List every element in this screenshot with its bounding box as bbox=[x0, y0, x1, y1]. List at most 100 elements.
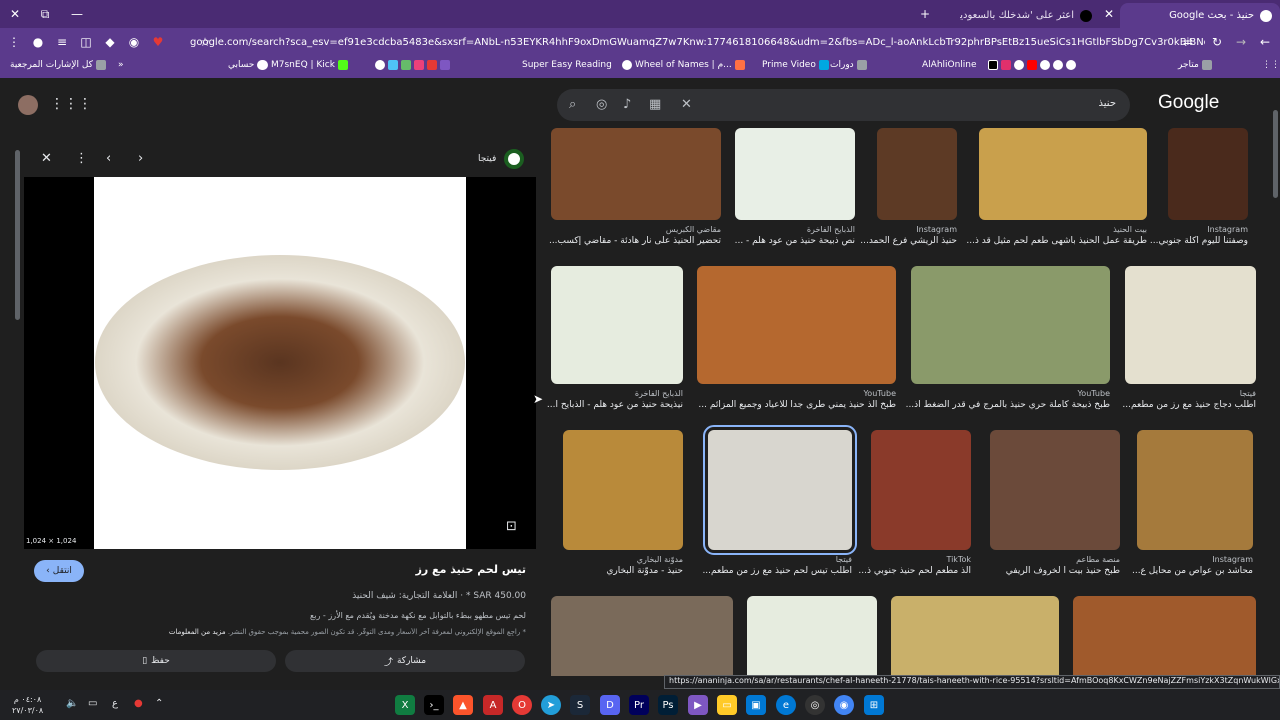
result-thumbnail[interactable] bbox=[703, 425, 857, 555]
terminal-icon[interactable]: ›_ bbox=[424, 695, 444, 715]
folder-icon[interactable]: ▭ bbox=[717, 695, 737, 715]
steam-alt-icon[interactable]: ◎ bbox=[805, 695, 825, 715]
result-source[interactable]: Instagram bbox=[1137, 555, 1253, 564]
app-icon[interactable]: A bbox=[483, 695, 503, 715]
opera-icon[interactable]: O bbox=[512, 695, 532, 715]
site-logo-icon[interactable] bbox=[504, 149, 524, 169]
result-title[interactable]: طبخ حنيذ بيت ا لخروف الريفي bbox=[970, 566, 1120, 576]
result-thumbnail[interactable] bbox=[697, 266, 896, 384]
bookmark-prime[interactable]: Prime Video bbox=[762, 60, 829, 70]
result-source[interactable]: مدوّنة البخاري bbox=[563, 555, 683, 564]
more-info-link[interactable]: مزيد من المعلومات bbox=[169, 628, 226, 636]
result-source[interactable]: Instagram bbox=[877, 225, 957, 234]
bookmark-kick[interactable]: M7snEQ | Kick bbox=[258, 60, 348, 70]
result-title[interactable]: نيذيحة حنيذ من عود هلم - الذبايح ا... bbox=[531, 400, 683, 410]
puzzle-icon[interactable]: ◫ bbox=[74, 30, 98, 54]
next-icon[interactable]: › bbox=[138, 151, 143, 166]
bookmark-stores[interactable]: متاجر bbox=[1178, 60, 1212, 70]
bookmark-icons[interactable] bbox=[375, 60, 450, 70]
reload-icon[interactable]: ↻ bbox=[1205, 30, 1229, 54]
telegram-icon[interactable]: ➤ bbox=[541, 695, 561, 715]
edge-icon[interactable]: e bbox=[776, 695, 796, 715]
forward-icon[interactable]: → bbox=[1229, 30, 1253, 54]
result-thumbnail[interactable] bbox=[1137, 430, 1253, 550]
search-bar[interactable]: ⌕ ◎ ♪ ▦ ✕ حنيذ bbox=[557, 89, 1130, 121]
apps-grid-icon[interactable]: ⋮⋮⋮ bbox=[50, 96, 92, 112]
address-bar[interactable]: google.com/search?sca_esv=ef91e3cdcba548… bbox=[190, 32, 1205, 52]
mic-icon[interactable]: ● bbox=[134, 698, 143, 709]
result-source[interactable]: فيتجا bbox=[708, 555, 852, 564]
tab-0[interactable]: حنيذ - بحث Google bbox=[1120, 3, 1280, 28]
bookmark-courses[interactable]: دورات bbox=[830, 60, 867, 70]
menu-dots-icon[interactable]: ⋮ bbox=[2, 30, 26, 54]
page-scrollbar[interactable] bbox=[1273, 110, 1278, 198]
grid-icon[interactable]: ⋮⋮ bbox=[1262, 60, 1280, 70]
result-thumbnail[interactable] bbox=[747, 596, 877, 676]
result-title[interactable]: الذ مطعم لحم حنيذ جنوبي ذ... bbox=[851, 566, 971, 576]
result-title[interactable]: طبخ الذ حنيذ يمني طرى جداً للاعياد وجميع… bbox=[677, 400, 896, 410]
lang-icon[interactable]: ع bbox=[112, 698, 118, 709]
result-title[interactable]: وصفتنا لليوم أكلة جنوبي... bbox=[1148, 236, 1248, 246]
heart-icon[interactable]: ♥ bbox=[146, 30, 170, 54]
mic-icon[interactable]: ♪ bbox=[623, 97, 631, 112]
clock[interactable]: ٠٤:٠٨ م ٢٧/٠٣/٠٨ bbox=[12, 694, 43, 716]
panel-scrollbar[interactable] bbox=[15, 150, 20, 320]
result-source[interactable]: بيت الحنيذ bbox=[979, 225, 1147, 234]
result-thumbnail[interactable] bbox=[551, 596, 733, 676]
bookmark-wheel[interactable]: Wheel of Names | م... bbox=[622, 60, 745, 70]
shield-icon[interactable]: ◆ bbox=[98, 30, 122, 54]
lens-icon[interactable]: ◎ bbox=[596, 97, 607, 112]
visit-button[interactable]: ‹ انتقل bbox=[34, 560, 84, 582]
result-source[interactable]: TikTok bbox=[871, 555, 971, 564]
result-source[interactable]: منصة مطاعم bbox=[990, 555, 1120, 564]
result-title[interactable]: نص ذبيحة حنيذ من عود هلم - ... bbox=[715, 236, 855, 246]
steam-icon[interactable]: S bbox=[570, 695, 590, 715]
result-thumbnail[interactable] bbox=[1073, 596, 1256, 676]
result-thumbnail[interactable] bbox=[877, 128, 957, 220]
speaker-icon[interactable]: 🔈 bbox=[66, 698, 78, 709]
more-icon[interactable]: ⋮ bbox=[75, 151, 88, 166]
new-tab-icon[interactable]: + bbox=[910, 0, 940, 28]
bookmark-alahli[interactable]: AlAhliOnline bbox=[922, 60, 977, 70]
result-source[interactable]: YouTube bbox=[697, 389, 896, 398]
tray-chevron-icon[interactable]: ⌃ bbox=[155, 698, 163, 709]
photoshop-icon[interactable]: Ps bbox=[658, 695, 678, 715]
store-icon[interactable]: ▣ bbox=[746, 695, 766, 715]
search-input[interactable]: حنيذ bbox=[1099, 98, 1116, 109]
result-thumbnail[interactable] bbox=[990, 430, 1120, 550]
google-logo[interactable]: Google bbox=[1158, 92, 1219, 114]
result-thumbnail[interactable] bbox=[891, 596, 1059, 676]
result-title[interactable]: حنيذ الريشي فرع الحمد... bbox=[857, 236, 957, 246]
result-source[interactable]: YouTube bbox=[911, 389, 1110, 398]
chevron-icon[interactable]: » bbox=[118, 60, 124, 70]
back-icon[interactable]: ← bbox=[1253, 30, 1277, 54]
result-title[interactable]: تحضير الحنيذ على نار هادئة - مقاضي إكسب.… bbox=[531, 236, 721, 246]
result-thumbnail[interactable] bbox=[551, 266, 683, 384]
keyboard-icon[interactable]: ▦ bbox=[649, 97, 661, 112]
result-source[interactable]: مقاضي الكبريس bbox=[551, 225, 721, 234]
clear-icon[interactable]: ✕ bbox=[681, 97, 692, 112]
result-source[interactable]: الذبايح الفاخرة bbox=[735, 225, 855, 234]
result-thumbnail[interactable] bbox=[911, 266, 1110, 384]
extension-icon[interactable]: ≡ bbox=[50, 30, 74, 54]
chrome-icon[interactable]: ◉ bbox=[834, 695, 854, 715]
menu-icon[interactable]: ⧉ bbox=[30, 0, 60, 28]
result-source[interactable]: فيتجا bbox=[1125, 389, 1256, 398]
result-title[interactable]: اطلب دجاج حنيذ مع رز من مطعم... bbox=[1105, 400, 1256, 410]
monitor-icon[interactable]: ▭ bbox=[88, 698, 97, 709]
close-icon[interactable]: ✕ bbox=[41, 151, 52, 166]
result-title[interactable]: طريقة عمل الحنيذ بأشهى طعم لحم مثيل قد ذ… bbox=[959, 236, 1147, 246]
save-button[interactable]: ▯ حفظ bbox=[36, 650, 276, 672]
bookmark-icons-2[interactable] bbox=[988, 60, 1076, 70]
avatar[interactable] bbox=[18, 95, 38, 115]
discord-icon[interactable]: D bbox=[600, 695, 620, 715]
media-icon[interactable]: ▶ bbox=[688, 695, 708, 715]
viewer-source[interactable]: فيتجا bbox=[478, 154, 496, 164]
addon-icon[interactable]: ◉ bbox=[122, 30, 146, 54]
close-window-icon[interactable]: ✕ bbox=[0, 0, 30, 28]
result-thumbnail[interactable] bbox=[1168, 128, 1248, 220]
excel-icon[interactable]: X bbox=[395, 695, 415, 715]
result-thumbnail[interactable] bbox=[735, 128, 855, 220]
result-source[interactable]: Instagram bbox=[1168, 225, 1248, 234]
minimize-icon[interactable]: — bbox=[62, 0, 92, 28]
